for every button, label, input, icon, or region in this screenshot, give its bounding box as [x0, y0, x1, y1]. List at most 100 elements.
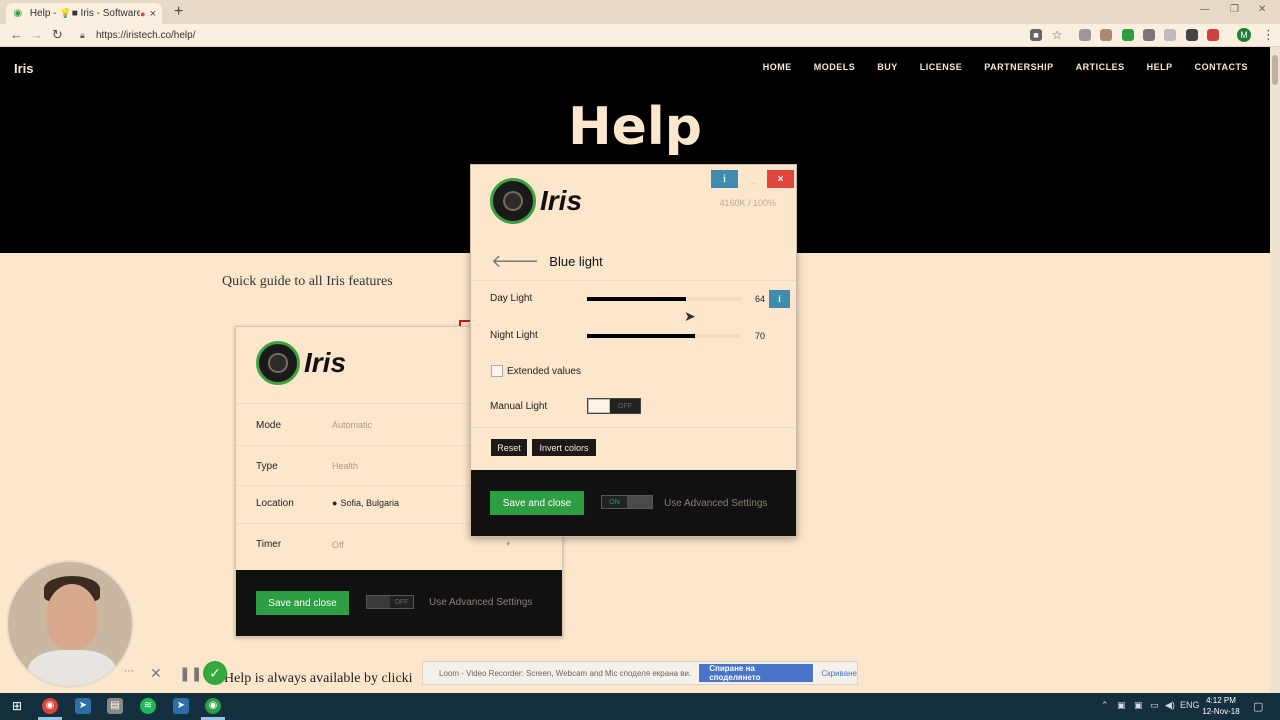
location-label: Location — [256, 498, 294, 509]
chevron-down-icon: ▾ — [506, 541, 510, 548]
nav-license[interactable]: LICENSE — [920, 62, 963, 72]
type-select[interactable]: Health — [332, 461, 358, 471]
minimize-button[interactable]: _ — [739, 170, 766, 188]
iris-logo: Iris — [490, 178, 582, 224]
app-taskbar-icon[interactable]: ➤ — [75, 698, 91, 714]
notifications-icon[interactable]: ▢ — [1253, 700, 1263, 713]
day-light-info-button[interactable]: i — [769, 290, 790, 308]
wordpress-extension-icon[interactable] — [1143, 29, 1155, 41]
nav-contacts[interactable]: CONTACTS — [1195, 62, 1248, 72]
files-taskbar-icon[interactable]: ▤ — [107, 698, 123, 714]
spotify-taskbar-icon[interactable]: ≋ — [140, 698, 156, 714]
globe-icon: ● — [332, 498, 338, 508]
forward-icon[interactable]: → — [30, 27, 43, 42]
chrome-taskbar-icon[interactable]: ◉ — [42, 698, 58, 714]
day-light-value: 64 — [755, 294, 766, 304]
system-clock[interactable]: 4:12 PM 12-Nov-18 — [1200, 695, 1242, 717]
nav-articles[interactable]: ARTICLES — [1076, 62, 1125, 72]
day-light-slider[interactable] — [587, 297, 741, 301]
section-title: Blue light — [549, 254, 603, 269]
new-tab-button[interactable]: + — [174, 3, 183, 21]
guide-intro-text: Quick guide to all Iris features — [222, 274, 393, 289]
back-icon[interactable]: ← — [10, 27, 23, 42]
windows-taskbar: ⊞ ◉ ➤ ▤ ≋ ➤ ◉ ⌃ ▣ ▣ ▭ ◀) ENG 4:12 PM 12-… — [0, 693, 1280, 720]
language-indicator[interactable]: ENG — [1180, 700, 1200, 710]
webcam-bubble[interactable] — [6, 560, 134, 688]
windows-start-icon[interactable]: ⊞ — [9, 698, 25, 714]
tab-close-icon[interactable]: × — [150, 8, 156, 20]
bookmark-star-icon[interactable]: ☆ — [1051, 29, 1063, 41]
presenter-face — [46, 584, 98, 650]
pause-recording-icon[interactable]: ❚❚ — [179, 665, 202, 682]
day-light-slider-fill[interactable] — [587, 297, 686, 301]
divider — [471, 427, 796, 428]
iris-logo: Iris — [256, 341, 346, 385]
presenter-body — [28, 650, 116, 686]
extension-5-icon[interactable] — [1164, 29, 1176, 41]
tab-help[interactable]: ◉ Help - 💡■ Iris - Software f ● × — [6, 3, 162, 24]
more-options-icon[interactable]: ⋯ — [124, 666, 134, 677]
reset-button[interactable]: Reset — [491, 439, 527, 456]
tray-app2-icon[interactable]: ▣ — [1134, 700, 1143, 711]
nav-home[interactable]: HOME — [763, 62, 792, 72]
advanced-settings-label: Use Advanced Settings — [664, 498, 768, 509]
menu-icon[interactable]: ⋮ — [1262, 27, 1275, 43]
extension-1-icon[interactable] — [1079, 29, 1091, 41]
profile-avatar[interactable]: M — [1237, 28, 1251, 42]
extension-2-icon[interactable] — [1100, 29, 1112, 41]
restore-window-icon[interactable]: ❐ — [1230, 4, 1239, 15]
cancel-recording-icon[interactable]: ✕ — [150, 665, 162, 682]
toggle-state: OFF — [394, 598, 409, 606]
manual-light-toggle[interactable]: OFF — [587, 398, 641, 414]
minimize-window-icon[interactable]: — — [1200, 4, 1210, 15]
loom-message: Loom - Video Recorder: Screen, Webcam an… — [439, 668, 692, 678]
extension-7-icon[interactable] — [1207, 29, 1219, 41]
stop-sharing-button[interactable]: Спиране на споделянето — [699, 664, 814, 682]
extension-6-icon[interactable] — [1186, 29, 1198, 41]
app2-taskbar-icon[interactable]: ➤ — [173, 698, 189, 714]
info-button[interactable]: i — [711, 170, 738, 188]
nav-help[interactable]: HELP — [1147, 62, 1173, 72]
browser-tabbar: ◉ Help - 💡■ Iris - Software f ● × + — ❐ … — [0, 0, 1280, 24]
url-field[interactable]: 🔒︎ https://iristech.co/help/ — [80, 27, 1024, 44]
save-and-close-button[interactable]: Save and close — [256, 591, 349, 615]
toggle-knob — [588, 399, 610, 413]
clock-date: 12-Nov-18 — [1202, 707, 1240, 716]
page-scrollbar[interactable] — [1270, 47, 1280, 693]
iris-taskbar-icon[interactable]: ◉ — [205, 698, 221, 714]
timer-select[interactable]: Off ▾ — [332, 540, 510, 550]
tray-app-icon[interactable]: ▣ — [1117, 700, 1126, 711]
save-and-close-button[interactable]: Save and close — [490, 491, 584, 515]
camera-extension-icon[interactable]: ■ — [1030, 29, 1042, 41]
back-arrow-icon[interactable]: 🡐 — [491, 251, 539, 272]
evernote-extension-icon[interactable] — [1122, 29, 1134, 41]
tray-expand-icon[interactable]: ⌃ — [1101, 700, 1109, 711]
advanced-settings-toggle[interactable]: OFF — [366, 595, 414, 609]
iris-aperture-icon — [256, 341, 300, 385]
advanced-settings-toggle[interactable]: ON — [601, 495, 653, 509]
address-bar: ← → ↻ 🔒︎ https://iristech.co/help/ ■ ☆ M… — [0, 24, 1280, 47]
night-light-slider[interactable] — [587, 334, 741, 338]
reload-icon[interactable]: ↻ — [52, 27, 63, 43]
finish-recording-icon[interactable]: ✓ — [203, 661, 227, 685]
night-light-slider-fill[interactable] — [587, 334, 695, 338]
nav-partnership[interactable]: PARTNERSHIP — [984, 62, 1053, 72]
site-logo[interactable]: Iris — [14, 61, 34, 76]
volume-icon[interactable]: ◀) — [1165, 700, 1175, 711]
close-button[interactable]: × — [767, 170, 794, 188]
network-icon[interactable]: ▭ — [1150, 700, 1159, 711]
mode-select[interactable]: Automatic — [332, 420, 372, 430]
iris-blue-light-footer: Save and close ON Use Advanced Settings — [471, 470, 796, 536]
loom-sharing-bar: Loom - Video Recorder: Screen, Webcam an… — [422, 661, 858, 685]
nav-buy[interactable]: BUY — [877, 62, 898, 72]
nav-models[interactable]: MODELS — [814, 62, 856, 72]
location-value: Sofia, Bulgaria — [340, 498, 399, 508]
close-window-icon[interactable]: ✕ — [1258, 4, 1266, 15]
scrollbar-thumb[interactable] — [1272, 55, 1278, 85]
day-light-label: Day Light — [490, 293, 533, 304]
hide-button[interactable]: Скриване — [821, 669, 857, 678]
extended-values-checkbox[interactable] — [491, 365, 503, 377]
location-field[interactable]: ● Sofia, Bulgaria — [332, 498, 399, 508]
recording-dot-icon: ● — [140, 8, 146, 19]
invert-colors-button[interactable]: Invert colors — [532, 439, 596, 456]
